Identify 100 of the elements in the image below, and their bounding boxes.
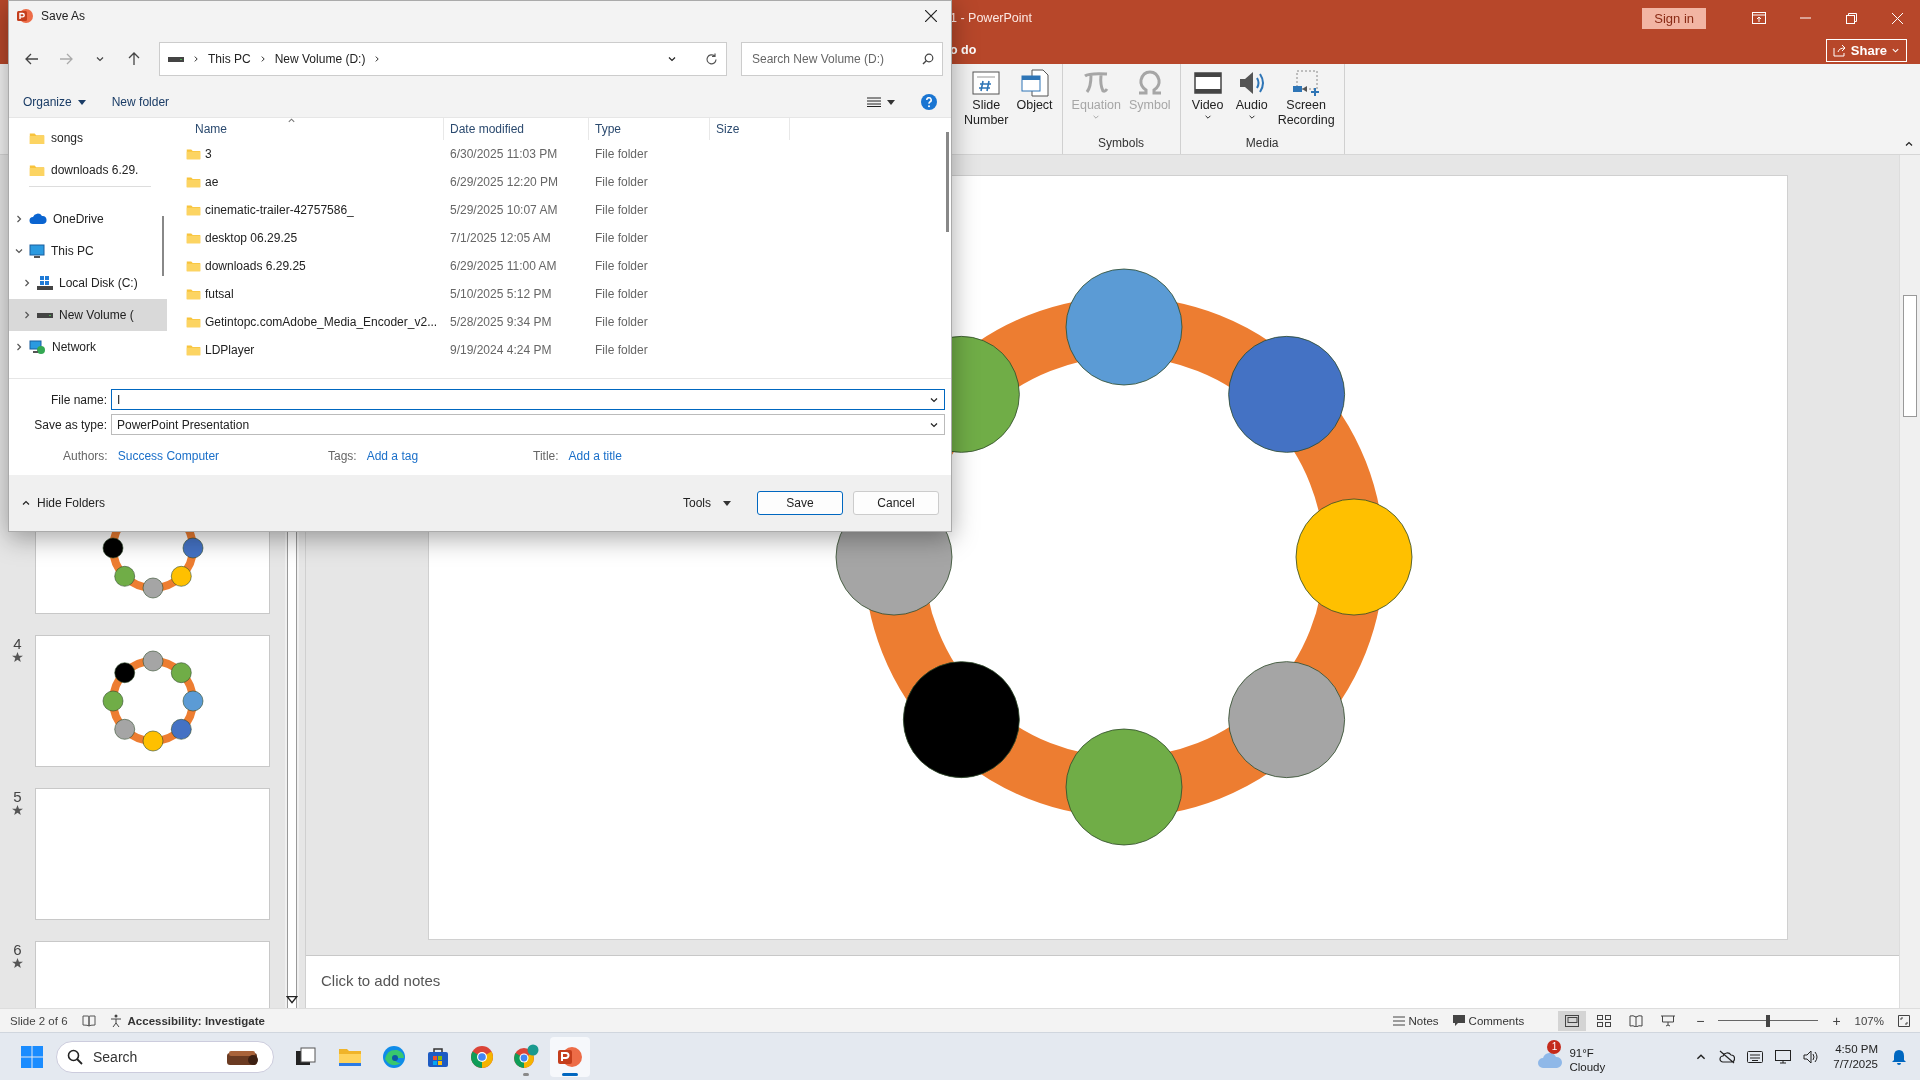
volume-icon[interactable] <box>1803 1049 1820 1064</box>
clock-time[interactable]: 4:50 PM <box>1835 1041 1878 1057</box>
date-cell-text: 6/29/2025 11:00 AM <box>449 259 558 273</box>
zoom-in-button[interactable]: + <box>1832 1012 1841 1029</box>
taskbar-search-field[interactable]: Search <box>56 1040 274 1073</box>
file-name-cell[interactable]: desktop 06.29.25 <box>169 231 444 245</box>
dropdown-caret-icon <box>667 54 677 64</box>
scrollbar-thumb[interactable] <box>946 132 949 232</box>
accessibility-icon <box>109 1013 124 1028</box>
caret-icon <box>95 54 105 64</box>
nav-tree-item[interactable]: New Volume ( <box>9 299 167 331</box>
share-button[interactable]: Share <box>1825 38 1907 62</box>
folder-icon <box>186 316 201 328</box>
file-name-cell[interactable]: futsal <box>169 287 444 301</box>
scrollbar-thumb[interactable] <box>162 216 164 276</box>
notification-bell-icon[interactable] <box>1892 1048 1906 1065</box>
chrome-profile-icon <box>513 1043 539 1070</box>
date-cell-text: 5/10/2025 5:12 PM <box>449 287 553 301</box>
cloud-off-icon[interactable] <box>1719 1049 1736 1064</box>
type-cell-text: File folder <box>594 175 649 189</box>
help-icon[interactable] <box>921 94 937 110</box>
file-name-field[interactable]: I <box>111 389 945 410</box>
nav-tree-item[interactable]: Network <box>9 331 159 363</box>
display-icon[interactable] <box>1775 1049 1792 1064</box>
accessibility-button[interactable]: Accessibility: Investigate <box>109 1013 265 1028</box>
column-header[interactable]: Name <box>169 118 444 140</box>
list-view-icon <box>867 97 881 107</box>
save-button[interactable]: Save <box>757 491 843 515</box>
zoom-out-button[interactable]: − <box>1696 1012 1705 1029</box>
nav-tree-item[interactable]: Local Disk (C:) <box>9 267 167 299</box>
ribbon-button[interactable]: Audio <box>1230 68 1273 136</box>
spelling-icon[interactable] <box>81 1014 96 1027</box>
forward-arrow-icon <box>59 53 73 65</box>
folder-icon <box>186 204 201 216</box>
caret-icon <box>1203 113 1212 121</box>
ribbon-button[interactable]: Object <box>1013 68 1056 136</box>
ribbon-button[interactable]: Slide Number <box>961 68 1012 136</box>
file-name-cell[interactable]: 3 <box>169 147 444 161</box>
cancel-button[interactable]: Cancel <box>853 491 939 515</box>
hide-folders-button[interactable]: Hide Folders <box>21 496 106 510</box>
organize-button[interactable]: Organize <box>23 95 86 109</box>
view-options-button[interactable] <box>867 97 895 107</box>
ribbon-button[interactable]: Screen Recording <box>1274 68 1338 136</box>
windows-start-icon[interactable] <box>20 1044 44 1069</box>
view-button[interactable] <box>1558 1010 1587 1031</box>
nav-tree-item[interactable]: songs <box>9 122 159 154</box>
weather-widget[interactable]: 1 91°F Cloudy <box>1537 1039 1606 1074</box>
column-header[interactable]: Size <box>710 118 790 140</box>
date-cell-text: 6/29/2025 12:20 PM <box>449 175 560 189</box>
zoom-level[interactable]: 107% <box>1854 1014 1884 1027</box>
column-header[interactable]: Date modified <box>444 118 589 140</box>
collapse-chevron-icon <box>21 498 31 508</box>
keyboard-icon[interactable] <box>1747 1050 1764 1063</box>
store-icon <box>427 1045 449 1068</box>
caret-icon <box>723 500 731 506</box>
breadcrumb[interactable]: New Volume (D:) <box>274 52 366 66</box>
slide-indicator: Slide 2 of 6 <box>10 1014 68 1027</box>
dialog-title: Save As <box>41 9 87 23</box>
file-name-cell[interactable]: cinematic-trailer-42757586_ <box>169 203 444 217</box>
search-field[interactable]: Search New Volume (D:) <box>741 42 943 76</box>
new-folder-button[interactable]: New folder <box>111 95 170 109</box>
nav-tree-item[interactable]: OneDrive <box>9 203 159 235</box>
nav-tree-item[interactable]: downloads 6.29. <box>9 154 159 186</box>
tools-button[interactable]: Tools <box>683 496 731 510</box>
zoom-slider[interactable] <box>1718 1014 1819 1027</box>
metadata-link[interactable]: Add a tag <box>366 449 419 475</box>
close-icon <box>925 10 937 22</box>
notes-placeholder[interactable]: Click to add notes <box>321 972 441 989</box>
breadcrumb[interactable]: This PC <box>208 52 251 66</box>
notes-button[interactable]: Notes <box>1392 1014 1439 1027</box>
file-name-cell[interactable]: downloads 6.29.25 <box>169 259 444 273</box>
file-name-cell[interactable]: ae <box>169 175 444 189</box>
search-icon <box>922 53 934 65</box>
ribbon-button[interactable]: Video <box>1186 68 1229 136</box>
address-bar[interactable]: This PC New Volume (D:) <box>159 42 727 76</box>
column-header[interactable]: Type <box>589 118 710 140</box>
file-name-cell[interactable]: Getintopc.comAdobe_Media_Encoder_v2... <box>169 315 444 329</box>
type-cell-text: File folder <box>594 287 649 301</box>
collapsed-chevron-icon <box>14 342 24 352</box>
date-cell-text: 5/29/2025 10:07 AM <box>449 203 559 217</box>
slide-thumbnail[interactable] <box>35 635 270 767</box>
file-name-cell[interactable]: LDPlayer <box>169 343 444 357</box>
metadata-link[interactable]: Success Computer <box>117 449 220 475</box>
scrollbar-thumb[interactable] <box>1903 295 1917 417</box>
fit-slide-icon[interactable] <box>1898 1014 1910 1027</box>
type-cell-text: File folder <box>594 343 649 357</box>
sign-in-button[interactable]: Sign in <box>1642 7 1706 29</box>
nav-tree-item[interactable]: This PC <box>9 235 159 267</box>
slide-thumbnail[interactable] <box>35 788 270 920</box>
save-as-type-dropdown[interactable]: PowerPoint Presentation <box>111 414 945 435</box>
expanded-chevron-icon <box>14 246 24 256</box>
clock-date[interactable]: 7/7/2025 <box>1833 1056 1878 1072</box>
minimize-icon <box>1799 17 1811 19</box>
type-cell-text: File folder <box>594 259 649 273</box>
refresh-icon[interactable] <box>705 52 718 66</box>
comments-button[interactable]: Comments <box>1452 1014 1525 1027</box>
slide-number-icon <box>971 68 1002 98</box>
caret-icon <box>1247 113 1256 121</box>
search-input[interactable]: Search <box>91 1047 215 1066</box>
metadata-link[interactable]: Add a title <box>568 449 622 475</box>
